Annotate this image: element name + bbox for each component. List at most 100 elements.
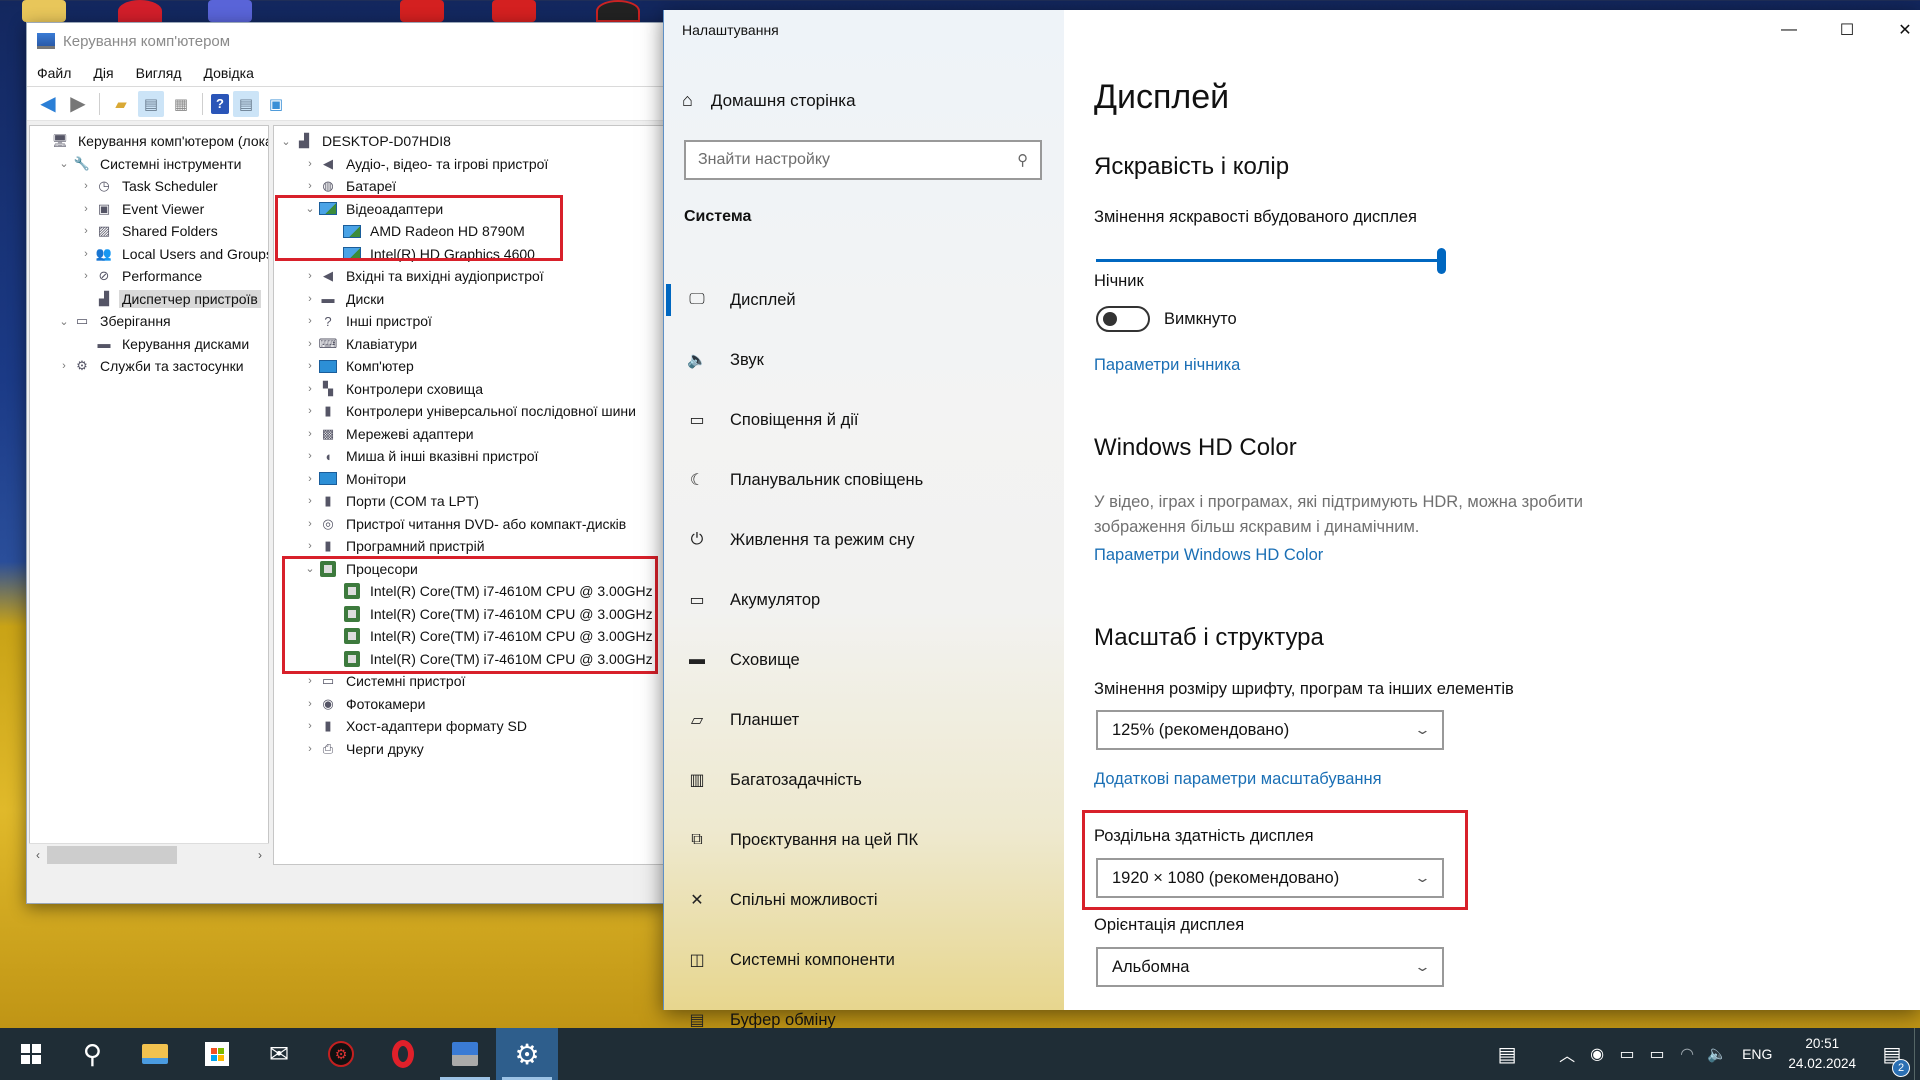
settings-search[interactable]: ⚲ — [684, 140, 1042, 180]
tree-item[interactable]: › ▮ Порти (COM та LPT) — [274, 490, 664, 513]
tree-item[interactable]: ⌄ 🔧 Системні інструменти — [30, 153, 268, 176]
show-hide-tree-icon[interactable]: ▤ — [138, 90, 164, 117]
slider-thumb[interactable] — [1437, 248, 1446, 274]
battery-icon[interactable]: ▭ — [1642, 1044, 1672, 1064]
tree-item[interactable]: › Монітори — [274, 468, 664, 491]
tree-item[interactable]: ⌄ Відеоадаптери — [274, 198, 664, 221]
computer-management-taskbar-button[interactable] — [434, 1028, 496, 1080]
chevron-down-icon[interactable]: ⌄ — [56, 157, 72, 170]
tree-item[interactable]: ⌄ ▟ DESKTOP-D07HDI8 — [274, 130, 664, 153]
tree-item[interactable]: Intel(R) Core(TM) i7-4610M CPU @ 3.00GHz — [274, 648, 664, 671]
language-indicator[interactable]: ENG — [1742, 1046, 1772, 1062]
nav-item[interactable]: ⧉ Проєктування на цей ПК — [664, 810, 1064, 870]
chevron-right-icon[interactable]: › — [78, 248, 94, 260]
tree-item[interactable]: › ▣ Event Viewer — [30, 198, 268, 221]
chevron-right-icon[interactable]: › — [302, 428, 318, 440]
tree-item[interactable]: ⌄ ▭ Зберігання — [30, 310, 268, 333]
nav-item[interactable]: ▥ Багатозадачність — [664, 750, 1064, 810]
menu-view[interactable]: Вигляд — [136, 65, 182, 81]
tree-item[interactable]: › ◍ Батареї — [274, 175, 664, 198]
start-button[interactable] — [0, 1028, 62, 1080]
action-center-button[interactable]: ▤ 2 — [1870, 1042, 1914, 1077]
chevron-right-icon[interactable]: › — [78, 180, 94, 192]
chevron-right-icon[interactable]: › — [302, 450, 318, 462]
brightness-slider[interactable] — [1096, 246, 1446, 276]
chevron-right-icon[interactable]: › — [56, 360, 72, 372]
tree-item[interactable]: Intel(R) HD Graphics 4600 — [274, 243, 664, 266]
chevron-right-icon[interactable]: › — [302, 270, 318, 282]
nav-item[interactable]: ▬ Сховище — [664, 630, 1064, 690]
scroll-left-icon[interactable]: ‹ — [29, 848, 47, 862]
clock[interactable]: 20:51 24.02.2024 — [1788, 1034, 1856, 1074]
desktop-icon-opera[interactable] — [118, 0, 162, 22]
chevron-right-icon[interactable]: › — [302, 383, 318, 395]
nav-item[interactable]: 🖵 Дисплей — [664, 270, 1064, 330]
opera-button[interactable] — [372, 1028, 434, 1080]
hd-color-settings-link[interactable]: Параметри Windows HD Color — [1094, 546, 1323, 565]
nav-item[interactable]: ◫ Системні компоненти — [664, 930, 1064, 990]
menu-action[interactable]: Дія — [93, 65, 113, 81]
tree-item[interactable]: › ▮ Хост-адаптери формату SD — [274, 715, 664, 738]
tree-item[interactable]: › ◖ Миша й інші вказівні пристрої — [274, 445, 664, 468]
resolution-dropdown[interactable]: 1920 × 1080 (рекомендовано) ⌄ — [1096, 858, 1444, 898]
tree-item[interactable]: Intel(R) Core(TM) i7-4610M CPU @ 3.00GHz — [274, 625, 664, 648]
news-icon[interactable]: ▤ — [1492, 1042, 1522, 1067]
search-icon[interactable]: ⚲ — [1017, 151, 1028, 169]
tree-item[interactable]: ⌄ Процесори — [274, 558, 664, 581]
camera-icon[interactable]: ▭ — [1612, 1044, 1642, 1064]
scroll-right-icon[interactable]: › — [251, 848, 269, 862]
store-button[interactable] — [186, 1028, 248, 1080]
help-icon[interactable]: ? — [211, 93, 229, 114]
home-link[interactable]: ⌂ Домашня сторінка — [682, 90, 856, 111]
tree-item[interactable]: › ▚ Контролери сховища — [274, 378, 664, 401]
tree-item[interactable]: › ▮ Програмний пристрій — [274, 535, 664, 558]
chevron-right-icon[interactable]: › — [302, 473, 318, 485]
up-folder-icon[interactable]: ▰ — [108, 91, 134, 117]
desktop-icon-shortcut-2[interactable] — [492, 0, 536, 22]
chevron-right-icon[interactable]: › — [302, 720, 318, 732]
volume-icon[interactable]: 🔈 — [1702, 1044, 1732, 1064]
monitor-icon[interactable]: ▣ — [263, 91, 289, 117]
horizontal-scrollbar[interactable]: ‹ › — [29, 843, 269, 865]
menu-help[interactable]: Довідка — [204, 65, 254, 81]
properties-icon[interactable]: ▦ — [168, 91, 194, 117]
chevron-down-icon[interactable]: ⌄ — [56, 315, 72, 328]
desktop-icon-shortcut[interactable] — [400, 0, 444, 22]
tree-item[interactable]: › ◉ Фотокамери — [274, 693, 664, 716]
minimize-button[interactable]: — — [1760, 10, 1818, 50]
chevron-right-icon[interactable]: › — [78, 270, 94, 282]
chevron-right-icon[interactable]: › — [78, 225, 94, 237]
chevron-right-icon[interactable]: › — [78, 203, 94, 215]
tree-item[interactable]: Intel(R) Core(TM) i7-4610M CPU @ 3.00GHz — [274, 603, 664, 626]
night-light-settings-link[interactable]: Параметри нічника — [1094, 356, 1240, 375]
scrollbar-thumb[interactable] — [47, 845, 177, 864]
chevron-down-icon[interactable]: ⌄ — [302, 202, 318, 215]
search-button[interactable]: ⚲ — [62, 1028, 124, 1080]
chevron-down-icon[interactable]: ⌄ — [302, 562, 318, 575]
chevron-right-icon[interactable]: › — [302, 158, 318, 170]
wifi-icon[interactable]: ◠ — [1672, 1044, 1702, 1064]
tree-item[interactable]: › ⎙ Черги друку — [274, 738, 664, 761]
close-button[interactable]: ✕ — [1876, 10, 1920, 50]
chevron-right-icon[interactable]: › — [302, 675, 318, 687]
settings-taskbar-button[interactable]: ⚙ — [496, 1028, 558, 1080]
nav-item[interactable]: ▭ Акумулятор — [664, 570, 1064, 630]
forward-arrow-icon[interactable]: ▶ — [65, 91, 91, 117]
tree-item[interactable]: AMD Radeon HD 8790M — [274, 220, 664, 243]
desktop-icon-folder[interactable] — [22, 0, 66, 22]
night-light-toggle[interactable] — [1096, 306, 1150, 332]
tree-item[interactable]: › ▩ Мережеві адаптери — [274, 423, 664, 446]
tree-item[interactable]: › ◀ Аудіо-, відео- та ігрові пристрої — [274, 153, 664, 176]
chevron-right-icon[interactable]: › — [302, 360, 318, 372]
tree-item[interactable]: › ▭ Системні пристрої — [274, 670, 664, 693]
maximize-button[interactable]: ☐ — [1818, 10, 1876, 50]
tree-item[interactable]: ›? Інші пристрої — [274, 310, 664, 333]
tree-item[interactable]: › Комп'ютер — [274, 355, 664, 378]
tree-item[interactable]: › ▨ Shared Folders — [30, 220, 268, 243]
tree-item[interactable]: › ⊘ Performance — [30, 265, 268, 288]
chevron-right-icon[interactable]: › — [302, 495, 318, 507]
record-icon[interactable]: ◉ — [1582, 1044, 1612, 1064]
nav-item[interactable]: ▱ Планшет — [664, 690, 1064, 750]
chevron-right-icon[interactable]: › — [302, 518, 318, 530]
tree-item[interactable]: ▬ Керування дисками — [30, 333, 268, 356]
